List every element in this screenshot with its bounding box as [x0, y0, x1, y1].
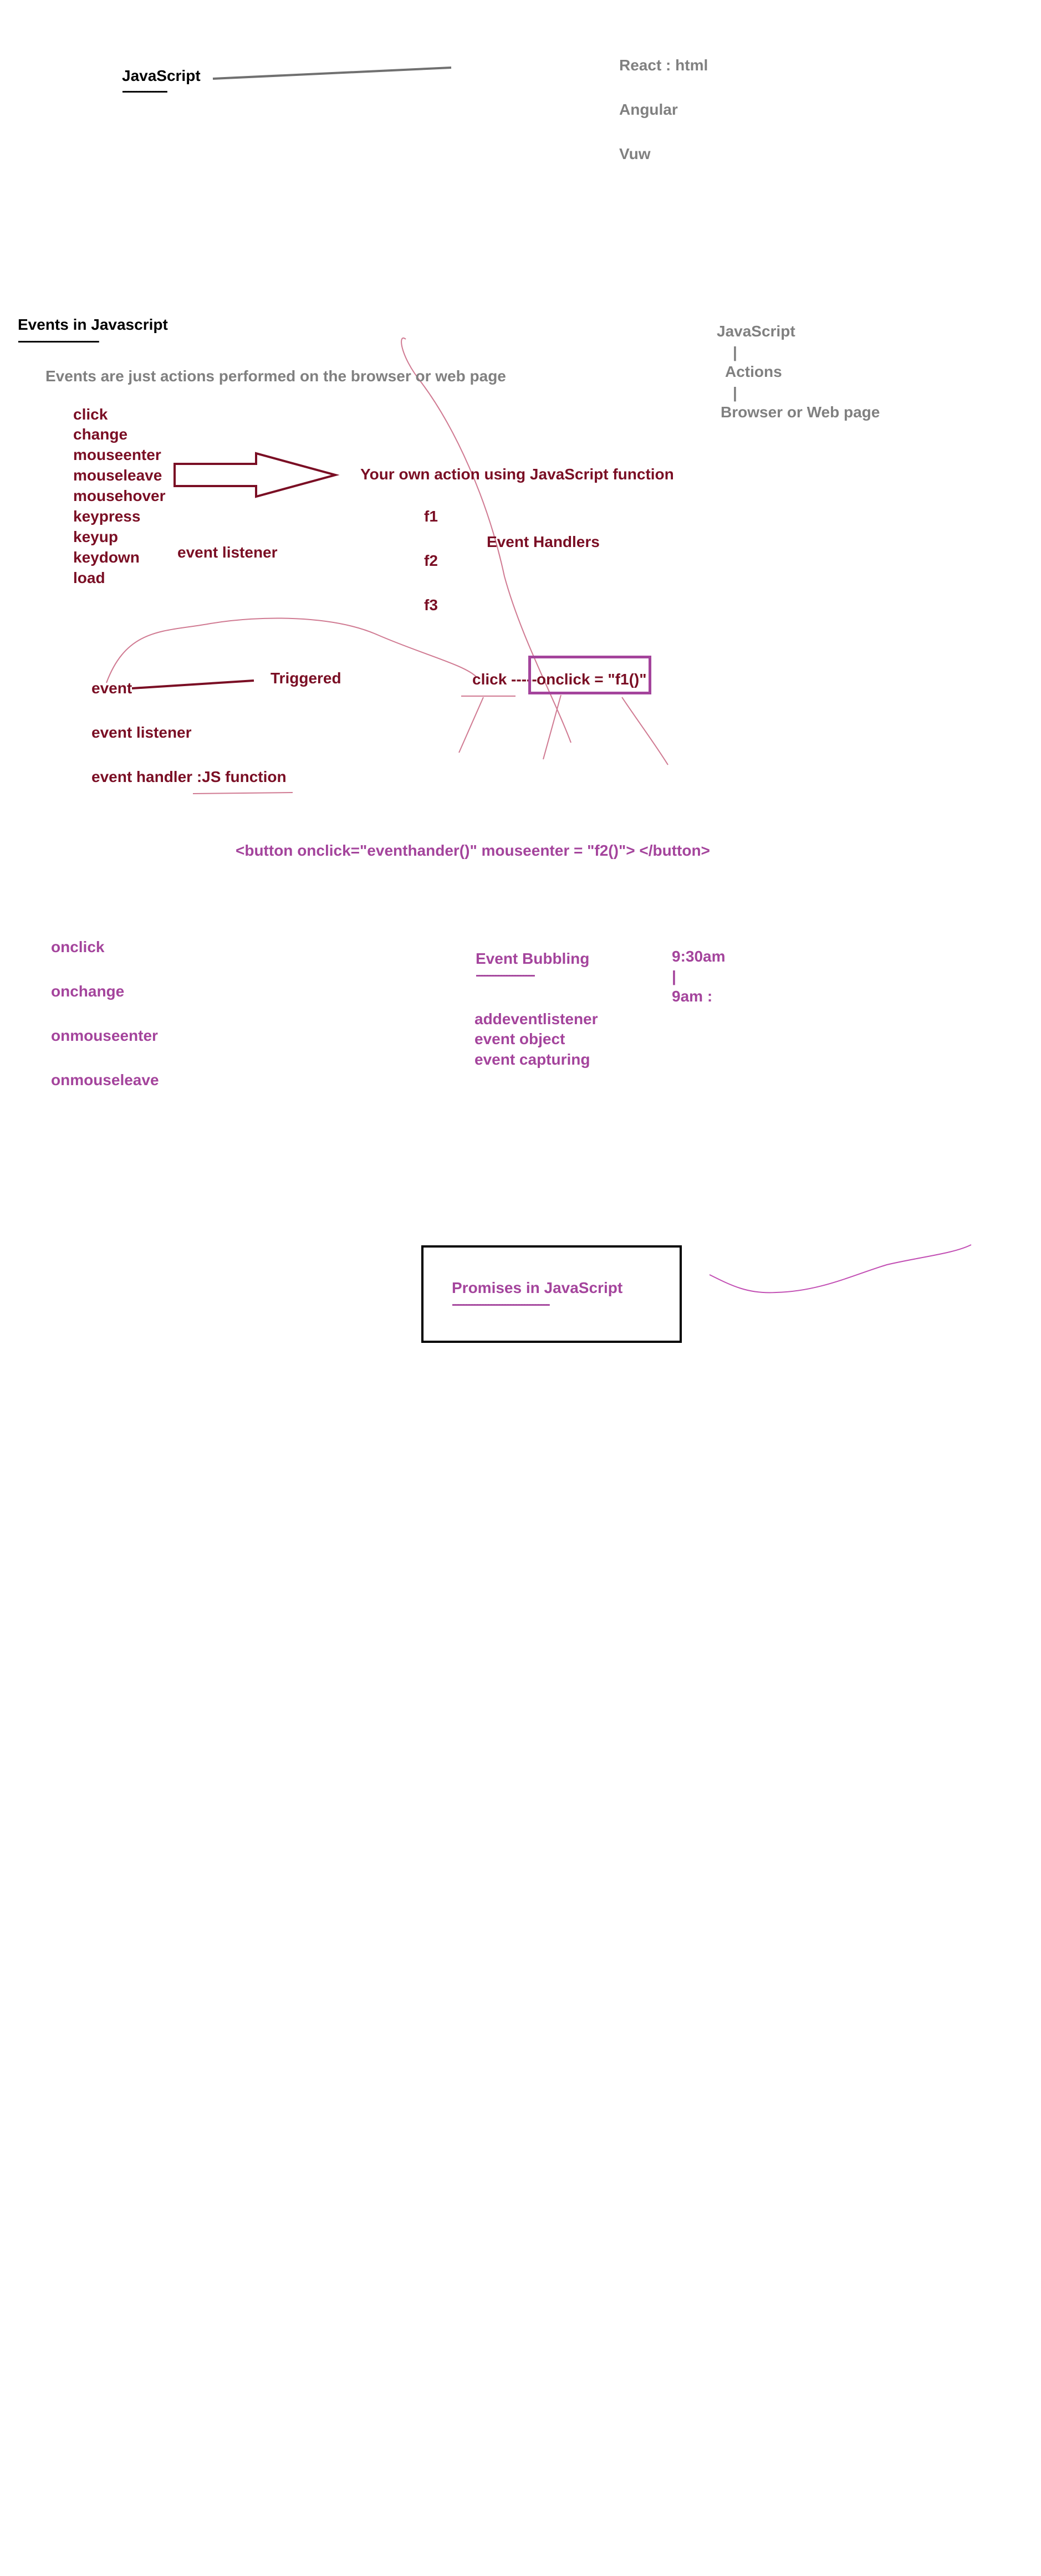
pen-stroke — [212, 67, 452, 80]
framework-vue: Vuw — [619, 145, 651, 162]
bubbling-item: addeventlistener — [474, 1010, 598, 1028]
bubbling-item: event capturing — [474, 1051, 590, 1068]
onclick-label: onclick = "f1()" — [537, 671, 647, 688]
flow-javascript: JavaScript — [717, 323, 795, 340]
triggered-label: Triggered — [271, 669, 341, 687]
list-item: mouseleave — [73, 467, 162, 484]
javascript-heading: JavaScript — [122, 67, 201, 84]
time-start: 9:30am — [672, 948, 726, 965]
event-handler-item: event handler :JS function — [91, 768, 287, 785]
flow-bar-2: | — [733, 384, 737, 401]
flow-browser: Browser or Web page — [721, 403, 880, 421]
pen-stroke — [131, 679, 254, 689]
function-f3: f3 — [424, 596, 438, 614]
flow-bar-1: | — [733, 344, 737, 361]
promises-underline: ----------------------------------- — [452, 1297, 550, 1312]
list-item: mouseenter — [73, 446, 161, 463]
event-bubbling-underline: --------------------- — [476, 968, 535, 983]
framework-react: React : html — [619, 57, 708, 74]
flow-actions: Actions — [725, 363, 782, 380]
code-example: <button onclick="eventhander()" mouseent… — [236, 842, 710, 859]
list-item: click — [73, 406, 108, 423]
own-action-label: Your own action using JavaScript functio… — [360, 466, 674, 483]
pen-stroke — [621, 697, 669, 765]
events-title-underline: ----------------------------- — [18, 334, 100, 349]
function-f1: f1 — [424, 508, 438, 525]
pen-stroke — [543, 694, 562, 760]
function-f2: f2 — [424, 552, 438, 569]
list-item: mousehover — [73, 487, 166, 504]
bubbling-item: event object — [474, 1030, 565, 1047]
list-item: load — [73, 569, 105, 586]
pen-stroke — [709, 1244, 972, 1294]
event-handlers-label: Event Handlers — [487, 533, 600, 550]
events-title: Events in Javascript — [18, 316, 168, 333]
pen-stroke — [192, 792, 293, 794]
arrow-shape — [174, 452, 340, 498]
handler-onchange: onchange — [51, 983, 125, 1000]
time-end: 9am : — [672, 988, 713, 1005]
list-item: keydown — [73, 549, 140, 566]
javascript-underline: ---------------- — [122, 84, 168, 99]
list-item: keypress — [73, 508, 141, 525]
event-bubbling-title: Event Bubbling — [476, 950, 590, 967]
handler-onclick: onclick — [51, 938, 105, 955]
time-bar: | — [672, 968, 676, 985]
event-listener-label: event listener — [177, 544, 278, 561]
list-item: keyup — [73, 528, 118, 545]
events-definition: Events are just actions performed on the… — [45, 367, 506, 385]
handler-onmouseenter: onmouseenter — [51, 1027, 158, 1044]
pen-stroke — [458, 697, 484, 753]
event-listener-item: event listener — [91, 724, 192, 741]
event-label: event — [91, 679, 132, 697]
framework-angular: Angular — [619, 101, 678, 118]
list-item: change — [73, 426, 128, 443]
handler-onmouseleave: onmouseleave — [51, 1071, 159, 1088]
promises-title: Promises in JavaScript — [452, 1279, 623, 1296]
